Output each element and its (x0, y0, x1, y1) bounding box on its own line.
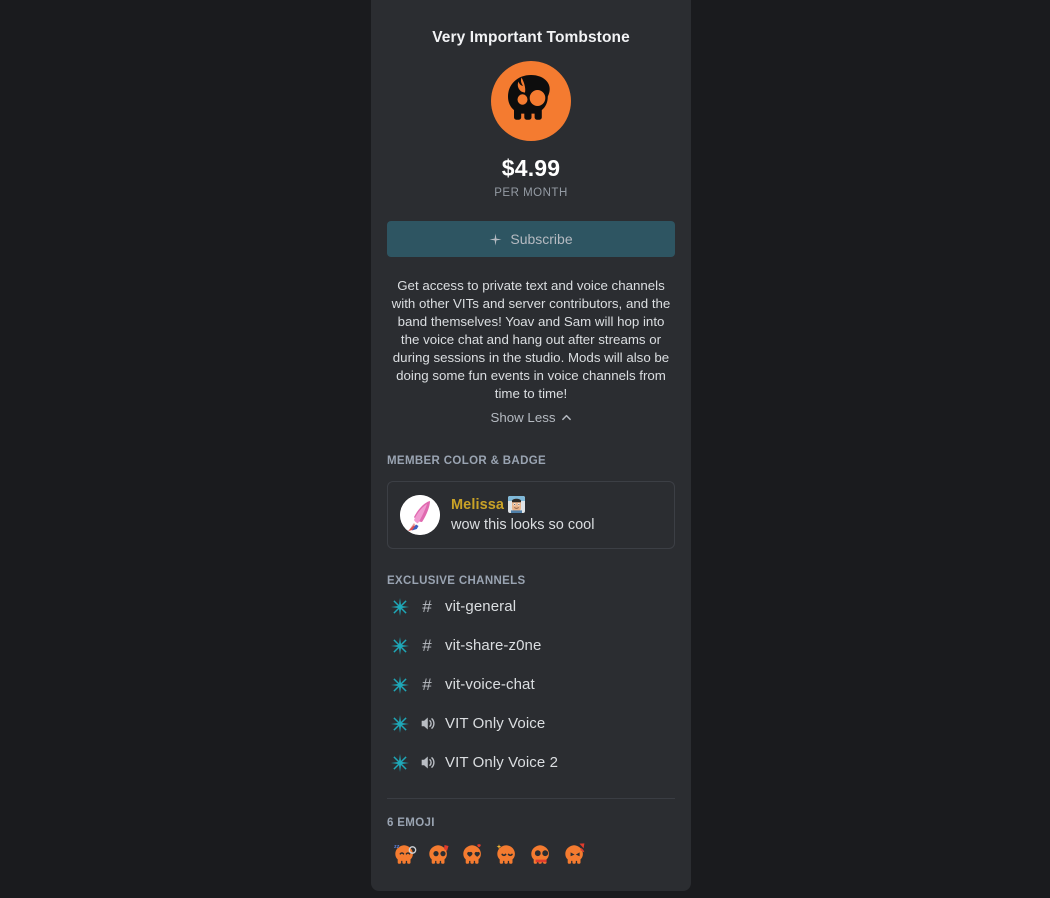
channel-row[interactable]: VIT Only Voice (387, 704, 675, 743)
sparkle-icon (391, 753, 409, 772)
member-message-preview: Melissa wow this looks so cool (387, 481, 675, 549)
voice-channel-icon (418, 716, 436, 731)
text-channel-hash-icon: # (422, 675, 432, 694)
channels-section-heading: EXCLUSIVE CHANNELS (387, 575, 526, 587)
user-avatar (400, 495, 440, 535)
tier-price: $4.99 (501, 155, 561, 181)
skull-tongue-emoji[interactable] (425, 842, 453, 870)
emoji-section: 6 EMOJI zz (387, 798, 675, 870)
sparkle-icon (391, 597, 409, 616)
flaming-skull-icon (491, 61, 571, 141)
member-color-badge-section: MEMBER COLOR & BADGE Melissa wow this lo… (387, 455, 675, 549)
exclusive-channels-section: EXCLUSIVE CHANNELS # vit-general # vit-shar… (387, 575, 675, 782)
channel-row[interactable]: VIT Only Voice 2 (387, 743, 675, 782)
member-section-heading: MEMBER COLOR & BADGE (387, 455, 547, 467)
channel-name: vit-general (445, 598, 517, 615)
channel-row[interactable]: # vit-voice-chat (387, 665, 675, 704)
skull-sleeping-emoji[interactable]: zz (391, 842, 419, 870)
channel-row[interactable]: # vit-general (387, 587, 675, 626)
subscribe-label: Subscribe (510, 231, 573, 247)
tier-billing-period: PER MONTH (494, 187, 568, 199)
skull-devil-emoji[interactable] (561, 842, 589, 870)
message-text: wow this looks so cool (451, 517, 595, 533)
voice-channel-icon (418, 755, 436, 770)
chevron-up-icon (561, 412, 572, 423)
channel-list: # vit-general # vit-share-z0ne # vit-voice-ch… (387, 587, 675, 782)
message-author-name: Melissa (451, 496, 505, 513)
sparkle-icon (391, 675, 409, 694)
emoji-section-heading: 6 EMOJI (387, 817, 435, 829)
channel-name: vit-voice-chat (445, 676, 535, 693)
page-title: Very Important Tombstone (432, 29, 630, 46)
show-less-label: Show Less (490, 410, 556, 425)
message-header: Melissa (451, 496, 594, 513)
sparkle-icon (391, 714, 409, 733)
channel-name: VIT Only Voice 2 (445, 754, 559, 771)
tier-description: Get access to private text and voice cha… (391, 278, 671, 401)
skull-heart-eyes-emoji[interactable] (459, 842, 487, 870)
text-channel-hash-icon: # (422, 636, 432, 655)
page-root: Very Important Tombstone $4.99 PER MONTH (0, 0, 1050, 898)
svg-text:zz: zz (394, 844, 400, 850)
message-body: Melissa wow this looks so cool (451, 495, 594, 534)
emoji-grid: zz (387, 842, 675, 870)
sparkle-icon (391, 636, 409, 655)
text-channel-hash-icon: # (422, 597, 432, 616)
tier-icon-container (387, 61, 675, 141)
member-badge-icon (508, 496, 526, 513)
section-divider (387, 798, 675, 799)
channel-name: VIT Only Voice (445, 715, 546, 732)
channel-name: vit-share-z0ne (445, 637, 542, 654)
skull-happy-sparkle-emoji[interactable] (493, 842, 521, 870)
skull-drip-emoji[interactable] (527, 842, 555, 870)
sparkle-icon (489, 232, 502, 246)
subscription-tier-card: Very Important Tombstone $4.99 PER MONTH (371, 0, 691, 891)
channel-row[interactable]: # vit-share-z0ne (387, 626, 675, 665)
show-less-toggle[interactable]: Show Less (387, 410, 675, 425)
subscribe-button[interactable]: Subscribe (387, 221, 675, 257)
